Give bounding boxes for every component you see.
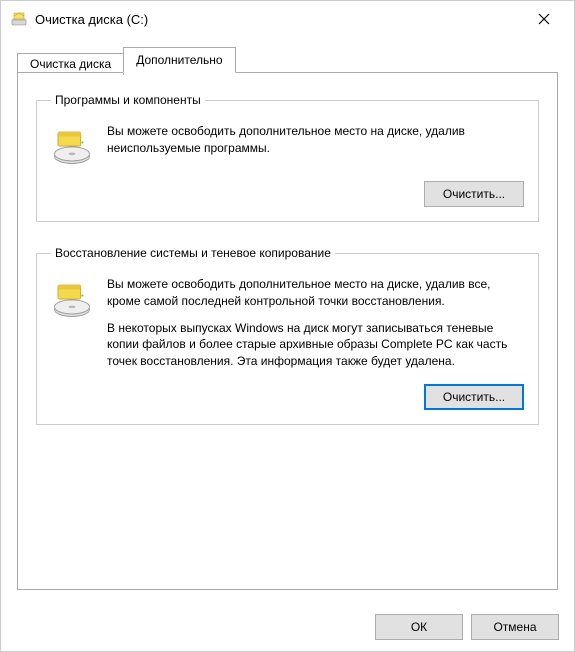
group-system-restore: Восстановление системы и теневое копиров… — [36, 246, 539, 425]
group-programs-and-features: Программы и компоненты Вы можете освобод… — [36, 93, 539, 222]
restore-cleanup-button[interactable]: Очистить... — [424, 384, 524, 410]
close-icon — [538, 13, 550, 25]
tab-advanced[interactable]: Дополнительно — [123, 47, 235, 73]
ok-button[interactable]: ОК — [375, 614, 463, 640]
titlebar: Очистка диска (C:) — [1, 1, 574, 37]
window-title: Очистка диска (C:) — [35, 12, 522, 27]
restore-description-2: В некоторых выпусках Windows на диск мог… — [107, 320, 524, 370]
close-button[interactable] — [522, 4, 566, 34]
restore-description-1: Вы можете освободить дополнительное мест… — [107, 276, 524, 310]
dialog-footer: ОК Отмена — [375, 614, 559, 640]
programs-cleanup-button[interactable]: Очистить... — [424, 181, 524, 207]
tab-panel-advanced: Программы и компоненты Вы можете освобод… — [17, 72, 558, 590]
drive-cleanup-icon — [51, 278, 93, 320]
group-restore-text: Вы можете освободить дополнительное мест… — [107, 276, 524, 370]
group-programs-text: Вы можете освободить дополнительное мест… — [107, 123, 524, 157]
group-restore-legend: Восстановление системы и теневое копиров… — [51, 246, 335, 260]
group-programs-legend: Программы и компоненты — [51, 93, 205, 107]
cancel-button[interactable]: Отмена — [471, 614, 559, 640]
programs-description: Вы можете освободить дополнительное мест… — [107, 123, 524, 157]
disk-cleanup-icon — [11, 11, 27, 27]
content-area: Очистка диска Дополнительно Программы и … — [1, 37, 574, 590]
tab-strip: Очистка диска Дополнительно — [17, 47, 558, 73]
drive-cleanup-icon — [51, 125, 93, 167]
